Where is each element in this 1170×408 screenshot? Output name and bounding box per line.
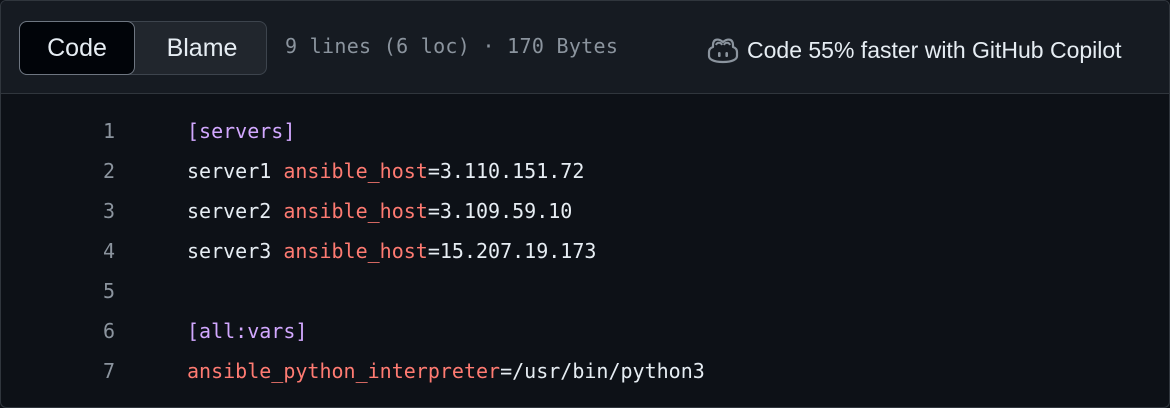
- line-number[interactable]: 7: [1, 351, 115, 391]
- code-line-2: 2 server1 ansible_host=3.110.151.72: [1, 151, 1169, 191]
- property-key: ansible_host: [283, 159, 428, 183]
- line-content: server2 ansible_host=3.109.59.10: [187, 191, 572, 231]
- property-value: =3.110.151.72: [427, 159, 585, 183]
- code-line-3: 3 server2 ansible_host=3.109.59.10: [1, 191, 1169, 231]
- copilot-link[interactable]: Code 55% faster with GitHub Copilot: [707, 34, 1122, 66]
- code-line-5: 5: [1, 271, 1169, 311]
- line-number[interactable]: 2: [1, 151, 115, 191]
- copilot-icon: [707, 38, 739, 64]
- code-tab[interactable]: Code: [19, 21, 135, 75]
- host-name: server3: [187, 239, 284, 263]
- line-number[interactable]: 3: [1, 191, 115, 231]
- property-key: ansible_host: [283, 239, 428, 263]
- code-body: 1 [servers] 2 server1 ansible_host=3.110…: [1, 111, 1169, 391]
- line-content: server1 ansible_host=3.110.151.72: [187, 151, 584, 191]
- file-meta: 9 lines (6 loc) · 170 Bytes: [285, 34, 619, 58]
- file-header: Code Blame 9 lines (6 loc) · 170 Bytes C…: [1, 1, 1169, 94]
- line-content: [all:vars]: [187, 311, 307, 351]
- line-content: ansible_python_interpreter=/usr/bin/pyth…: [187, 351, 705, 391]
- line-content: [servers]: [187, 111, 295, 151]
- line-content: server3 ansible_host=15.207.19.173: [187, 231, 596, 271]
- copilot-label: Code 55% faster with GitHub Copilot: [747, 36, 1122, 63]
- property-key: ansible_python_interpreter: [187, 359, 501, 383]
- property-value: =3.109.59.10: [427, 199, 573, 223]
- line-number[interactable]: 5: [1, 271, 115, 311]
- view-toggle: Code Blame: [19, 21, 267, 75]
- host-name: server2: [187, 199, 284, 223]
- code-line-6: 6 [all:vars]: [1, 311, 1169, 351]
- section-header: [servers]: [187, 119, 296, 143]
- code-line-1: 1 [servers]: [1, 111, 1169, 151]
- property-value: =/usr/bin/python3: [500, 359, 705, 383]
- code-line-7: 7 ansible_python_interpreter=/usr/bin/py…: [1, 351, 1169, 391]
- section-header: [all:vars]: [187, 319, 308, 343]
- host-name: server1: [187, 159, 284, 183]
- file-viewer: Code Blame 9 lines (6 loc) · 170 Bytes C…: [0, 0, 1170, 408]
- property-key: ansible_host: [283, 199, 428, 223]
- line-number[interactable]: 4: [1, 231, 115, 271]
- code-line-4: 4 server3 ansible_host=15.207.19.173: [1, 231, 1169, 271]
- line-number[interactable]: 6: [1, 311, 115, 351]
- property-value: =15.207.19.173: [427, 239, 597, 263]
- blame-tab[interactable]: Blame: [136, 22, 268, 74]
- line-number[interactable]: 1: [1, 111, 115, 151]
